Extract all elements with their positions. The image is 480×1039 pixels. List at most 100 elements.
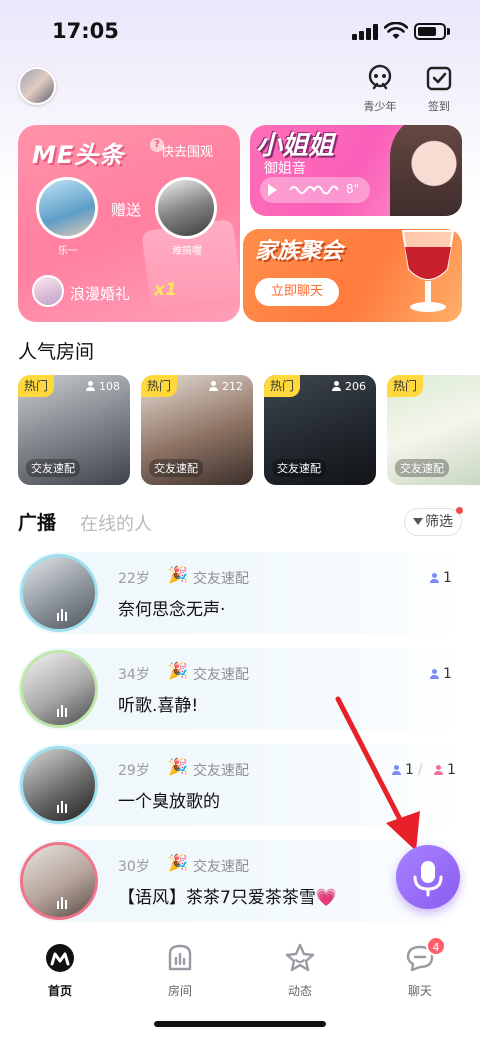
hot-badge: 热门 <box>141 375 177 397</box>
nav-home[interactable]: 首页 <box>20 942 100 999</box>
home-icon <box>46 944 74 972</box>
broadcast-text: 奈何思念无声· <box>118 600 226 620</box>
microphone-icon <box>413 861 443 897</box>
receiver-name: 难搞喔 <box>172 246 202 257</box>
age-label: 30岁 <box>118 859 150 875</box>
speed-match-icon: 🎉 <box>168 853 188 872</box>
live-wave-icon <box>57 705 67 717</box>
room-icon <box>168 944 192 971</box>
speed-match-icon: 🎉 <box>168 757 188 776</box>
live-wave-icon <box>57 801 67 813</box>
room-tag: 交友速配 <box>193 667 249 683</box>
person-icon <box>430 669 439 679</box>
speed-match-icon: 🎉 <box>168 661 188 680</box>
room-tag: 交友速配 <box>272 459 326 477</box>
home-indicator <box>154 1021 326 1027</box>
person-icon <box>332 381 341 391</box>
xiaojiejie-subtitle: 御姐音 <box>264 161 306 177</box>
live-wave-icon <box>57 897 67 909</box>
gift-count: x1 <box>154 280 177 300</box>
send-label: 赠送 <box>111 201 142 219</box>
xiaojiejie-banner[interactable]: 小姐姐 御姐音 8" <box>250 125 462 216</box>
broadcast-avatar[interactable] <box>20 650 98 728</box>
room-tag: 交友速配 <box>193 763 249 779</box>
status-bar: 17:05 <box>0 0 480 60</box>
popular-rooms-title: 人气房间 <box>18 341 95 363</box>
filter-icon <box>413 518 423 525</box>
signal-icon <box>352 24 378 40</box>
person-icon <box>86 381 95 391</box>
battery-tip <box>447 28 450 35</box>
me-headline-title: ME头条 <box>32 141 125 169</box>
sender-name: 乐一 <box>58 246 78 257</box>
age-label: 29岁 <box>118 763 150 779</box>
notification-dot <box>456 507 463 514</box>
broadcast-avatar[interactable] <box>20 842 98 920</box>
nav-chat[interactable]: 4 聊天 <box>380 936 460 999</box>
star-icon <box>285 943 315 972</box>
tab-broadcast[interactable]: 广播 <box>18 508 56 535</box>
broadcast-avatar[interactable] <box>20 554 98 632</box>
family-party-banner[interactable]: 家族聚会 立即聊天 <box>243 229 462 322</box>
person-icon <box>430 573 439 583</box>
checkin-icon <box>426 66 452 91</box>
gift-icon <box>32 275 64 307</box>
nav-rooms-label: 房间 <box>167 984 192 998</box>
room-tag: 交友速配 <box>193 859 249 875</box>
broadcast-text: 一个臭放歌的 <box>118 792 220 812</box>
status-time: 17:05 <box>52 19 119 43</box>
live-wave-icon <box>57 609 67 621</box>
receiver-avatar[interactable] <box>155 177 217 239</box>
broadcast-text: 【语风】茶茶7只爱茶茶雪💗 <box>118 888 337 908</box>
teen-mode-icon <box>368 64 392 90</box>
nav-moments-label: 动态 <box>287 984 312 998</box>
checkin-button[interactable]: 签到 <box>417 64 461 114</box>
sender-avatar[interactable] <box>36 177 98 239</box>
room-card[interactable]: 热门 108 交友速配 <box>18 375 130 485</box>
nav-home-label: 首页 <box>47 984 72 998</box>
user-avatar[interactable] <box>18 67 56 105</box>
tab-online-people[interactable]: 在线的人 <box>80 510 152 536</box>
room-tag: 交友速配 <box>395 459 449 477</box>
room-tag: 交友速配 <box>149 459 203 477</box>
person-icon <box>434 765 443 775</box>
room-tag: 交友速配 <box>193 571 249 587</box>
hot-badge: 热门 <box>18 375 54 397</box>
age-label: 22岁 <box>118 571 150 587</box>
hot-badge: 热门 <box>264 375 300 397</box>
me-headline-banner[interactable]: ME头条 ? 快去围观 赠送 乐一 难搞喔 浪漫婚礼 x1 <box>18 125 240 322</box>
play-icon <box>268 184 277 196</box>
room-card[interactable]: 热门 212 交友速配 <box>141 375 253 485</box>
voice-sample-player[interactable]: 8" <box>260 177 370 203</box>
female-count: 1 <box>434 762 456 778</box>
voice-duration: 8" <box>346 182 360 196</box>
nav-chat-label: 聊天 <box>407 984 432 998</box>
start-chat-button[interactable]: 立即聊天 <box>255 278 339 306</box>
room-member-count: 206 <box>332 380 366 393</box>
nav-moments[interactable]: 动态 <box>260 942 340 999</box>
nav-rooms[interactable]: 房间 <box>140 942 220 999</box>
room-card[interactable]: 热门 206 交友速配 <box>264 375 376 485</box>
checkin-label: 签到 <box>428 100 450 113</box>
broadcast-text: 听歌.喜静! <box>118 696 199 716</box>
xiaojiejie-title: 小姐姐 <box>256 131 335 161</box>
broadcast-avatar[interactable] <box>20 746 98 824</box>
gift-name: 浪漫婚礼 <box>70 285 131 303</box>
red-arrow-annotation <box>335 696 420 851</box>
speed-match-icon: 🎉 <box>168 565 188 584</box>
broadcast-item[interactable]: 22岁 🎉 交友速配 奈何思念无声· 1 <box>18 552 462 634</box>
watch-link[interactable]: 快去围观 <box>161 141 213 160</box>
hot-badge: 热门 <box>387 375 423 397</box>
filter-button[interactable]: 筛选 <box>404 507 463 536</box>
person-icon <box>209 381 218 391</box>
wifi-icon <box>384 22 408 39</box>
room-member-count: 108 <box>86 380 120 393</box>
waveform-icon <box>289 185 338 195</box>
teen-mode-label: 青少年 <box>363 100 397 113</box>
voice-broadcast-button[interactable] <box>396 845 460 909</box>
room-card[interactable]: 热门 交友速配 <box>387 375 480 485</box>
filter-label: 筛选 <box>425 514 453 530</box>
age-label: 34岁 <box>118 667 150 683</box>
teen-mode-button[interactable]: 青少年 <box>358 64 402 114</box>
family-title: 家族聚会 <box>255 239 344 264</box>
